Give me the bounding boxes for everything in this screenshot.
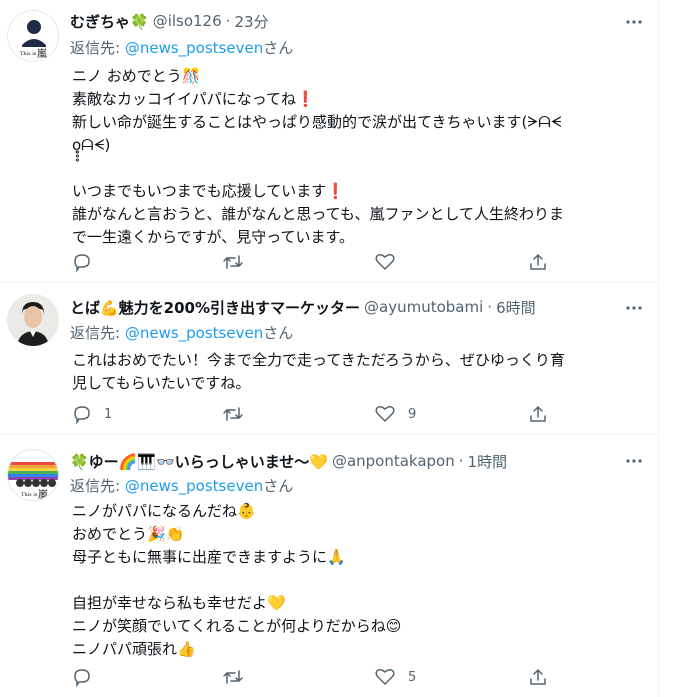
heart-outline-icon bbox=[375, 405, 395, 422]
tweet-actions: 5 bbox=[72, 665, 592, 689]
user-handle[interactable]: @anpontakapon bbox=[332, 452, 455, 470]
svg-text:This is: This is bbox=[21, 492, 38, 498]
tweet-text: ニノ おめでとう🎊 素敵なカッコイイパパになってね❗ 新しい命が誕生することはや… bbox=[72, 65, 642, 249]
svg-text:嵐: 嵐 bbox=[38, 489, 48, 501]
like-button[interactable] bbox=[374, 250, 408, 274]
reply-prefix: 返信先: bbox=[70, 477, 125, 495]
dot-separator: · bbox=[458, 452, 464, 470]
dot-separator: · bbox=[225, 12, 231, 30]
replying-to: 返信先: @news_postsevenさん bbox=[70, 322, 293, 343]
retweet-button[interactable] bbox=[222, 250, 256, 274]
avatar-image: This is 嵐 bbox=[8, 11, 58, 61]
retweet-icon bbox=[223, 407, 243, 421]
retweet-icon bbox=[223, 670, 243, 684]
tweet-1[interactable]: This is 嵐 むぎちゃ🍀 @ilso126 · 23分 返信先: @new… bbox=[0, 0, 659, 283]
replying-to: 返信先: @news_postsevenさん bbox=[70, 475, 293, 496]
retweet-button[interactable] bbox=[222, 402, 256, 426]
tweet-line: ニノ おめでとう🎊 bbox=[72, 67, 201, 85]
share-button[interactable] bbox=[528, 665, 548, 689]
tweet-line: おめでとう🎉👏 bbox=[72, 525, 185, 543]
tweet-line: ニノがパパになるんだね👶 bbox=[72, 502, 256, 520]
reply-button[interactable]: 1 bbox=[72, 402, 112, 426]
like-count: 5 bbox=[408, 669, 417, 685]
reply-bubble-icon bbox=[74, 406, 90, 424]
display-name[interactable]: とば💪魅力を200%引き出すマーケッター bbox=[70, 297, 360, 318]
share-upload-icon bbox=[530, 406, 546, 422]
avatar[interactable] bbox=[7, 294, 59, 346]
tweet-line: ニノパパ頑張れ👍 bbox=[72, 640, 196, 658]
tweet-line: 自担が幸せなら私も幸せだよ💛 bbox=[72, 594, 286, 612]
svg-text:This is: This is bbox=[20, 51, 37, 57]
reply-suffix: さん bbox=[263, 39, 294, 57]
avatar-image bbox=[7, 294, 59, 346]
tweet-line: 児してもらいたいですね。 bbox=[72, 374, 251, 392]
reply-mention-link[interactable]: @news_postseven bbox=[125, 324, 263, 342]
tweet-text: これはおめでたい！今まで全力で走ってきただろうから、ぜひゆっくり育 児してもらい… bbox=[72, 349, 642, 395]
more-horizontal-icon bbox=[626, 459, 642, 463]
reply-mention-link[interactable]: @news_postseven bbox=[125, 477, 263, 495]
tweet-line: ọ̥̥̥ᗩᗕ) bbox=[72, 136, 111, 154]
more-horizontal-icon bbox=[626, 306, 642, 310]
tweet-line: 誰がなんと言おうと、誰がなんと思っても、嵐ファンとして人生終わりま bbox=[72, 205, 565, 223]
display-name[interactable]: 🍀ゆー🌈🎹👓いらっしゃいませ〜💛 bbox=[70, 451, 328, 472]
share-button[interactable] bbox=[528, 402, 548, 426]
tweet-actions: 1 9 bbox=[72, 402, 592, 426]
user-handle[interactable]: @ilso126 bbox=[153, 12, 222, 30]
tweet-line: これはおめでたい！今まで全力で走ってきただろうから、ぜひゆっくり育 bbox=[72, 351, 565, 369]
share-button[interactable] bbox=[528, 250, 548, 274]
replying-to: 返信先: @news_postsevenさん bbox=[70, 37, 293, 58]
tweet-line: 新しい命が誕生することはやっぱり感動的で涙が出てきちゃいます(ᗒᗩᗕ bbox=[72, 113, 562, 131]
reply-button[interactable] bbox=[72, 665, 104, 689]
retweet-icon bbox=[223, 255, 243, 269]
reply-mention-link[interactable]: @news_postseven bbox=[125, 39, 263, 57]
reply-suffix: さん bbox=[263, 324, 294, 342]
like-count: 9 bbox=[408, 406, 417, 422]
reply-count: 1 bbox=[104, 406, 113, 422]
tweet-text: ニノがパパになるんだね👶 おめでとう🎉👏 母子ともに無事に出産できますように🙏 … bbox=[72, 500, 642, 661]
share-upload-icon bbox=[530, 669, 546, 685]
avatar[interactable]: This is 嵐 bbox=[7, 10, 59, 62]
tweet-2[interactable]: とば💪魅力を200%引き出すマーケッター @ayumutobami · 6時間 … bbox=[0, 283, 659, 435]
reply-prefix: 返信先: bbox=[70, 324, 125, 342]
more-options-button[interactable] bbox=[624, 451, 644, 471]
heart-outline-icon bbox=[375, 253, 395, 270]
like-button[interactable]: 5 bbox=[374, 665, 416, 689]
share-upload-icon bbox=[530, 254, 546, 270]
more-options-button[interactable] bbox=[624, 298, 644, 318]
tweet-line: いつまでもいつまでも応援しています❗ bbox=[72, 182, 345, 200]
more-options-button[interactable] bbox=[624, 12, 644, 32]
timestamp[interactable]: 23分 bbox=[234, 11, 268, 32]
tweet-line: 素敵なカッコイイパパになってね❗ bbox=[72, 90, 315, 108]
reply-bubble-icon bbox=[74, 254, 90, 272]
tweet-header: むぎちゃ🍀 @ilso126 · 23分 bbox=[70, 10, 269, 32]
tweet-header: 🍀ゆー🌈🎹👓いらっしゃいませ〜💛 @anpontakapon · 1時間 bbox=[70, 450, 507, 472]
tweet-line: 母子ともに無事に出産できますように🙏 bbox=[72, 548, 346, 566]
display-name[interactable]: むぎちゃ🍀 bbox=[70, 11, 149, 32]
like-button[interactable]: 9 bbox=[374, 402, 416, 426]
reply-suffix: さん bbox=[263, 477, 294, 495]
avatar[interactable]: This is 嵐 bbox=[7, 449, 59, 501]
avatar-image: This is 嵐 bbox=[8, 450, 58, 501]
reply-bubble-icon bbox=[74, 669, 90, 687]
tweet-line: ニノが笑顔でいてくれることが何よりだからね😊 bbox=[72, 617, 402, 635]
reply-button[interactable] bbox=[72, 250, 104, 274]
more-horizontal-icon bbox=[626, 20, 642, 24]
tweet-line: で一生遠くからですが、見守っています。 bbox=[72, 228, 355, 246]
heart-outline-icon bbox=[375, 668, 395, 685]
tweet-3[interactable]: This is 嵐 🍀ゆー🌈🎹👓いらっしゃいませ〜💛 @anpontakapon… bbox=[0, 435, 659, 697]
timestamp[interactable]: 1時間 bbox=[468, 451, 508, 472]
svg-text:嵐: 嵐 bbox=[37, 48, 47, 60]
tweet-actions bbox=[72, 250, 592, 274]
retweet-button[interactable] bbox=[222, 665, 256, 689]
timestamp[interactable]: 6時間 bbox=[496, 297, 536, 318]
reply-prefix: 返信先: bbox=[70, 39, 125, 57]
tweet-header: とば💪魅力を200%引き出すマーケッター @ayumutobami · 6時間 bbox=[70, 296, 536, 318]
user-handle[interactable]: @ayumutobami bbox=[364, 298, 483, 316]
dot-separator: · bbox=[487, 298, 493, 316]
